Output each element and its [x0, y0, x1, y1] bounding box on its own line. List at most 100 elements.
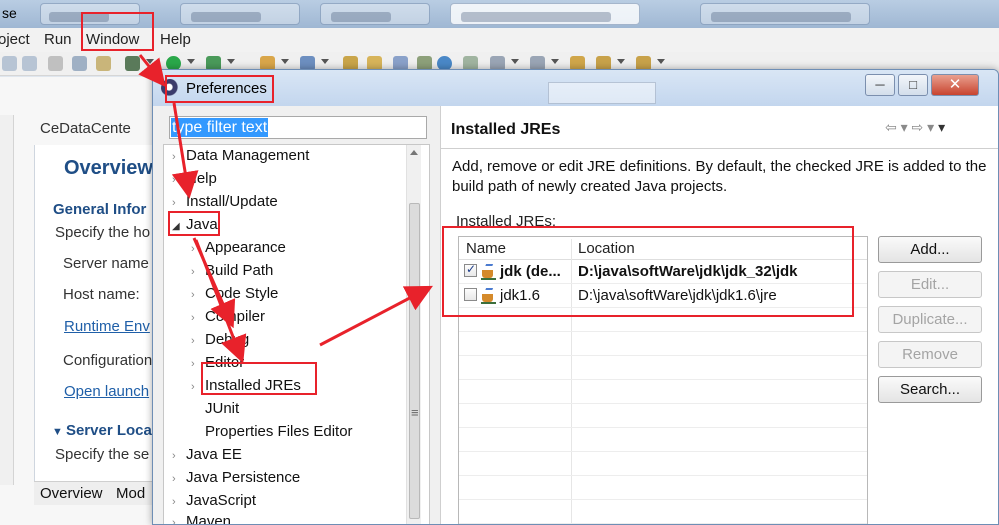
tree-item-debug[interactable]: › Debug: [191, 331, 249, 348]
menu-project[interactable]: oject: [0, 31, 30, 48]
edit-button-label: Edit...: [910, 276, 950, 293]
remove-button[interactable]: Remove: [878, 341, 982, 368]
page-description: Add, remove or edit JRE definitions. By …: [452, 158, 987, 195]
chevron-right-icon[interactable]: ›: [172, 473, 186, 485]
chevron-down-icon[interactable]: [281, 59, 289, 64]
tree-label: Java Persistence: [186, 469, 301, 486]
tree-item-appearance[interactable]: › Appearance: [191, 239, 286, 256]
editor-tab[interactable]: CeDataCente: [40, 120, 131, 137]
server-location-desc: Specify the se: [55, 446, 150, 463]
tree-item-build-path[interactable]: › Build Path: [191, 262, 273, 279]
chevron-right-icon[interactable]: ›: [191, 335, 205, 347]
chevron-right-icon[interactable]: ›: [191, 243, 205, 255]
window-title: se: [2, 5, 17, 21]
editor-bottom-tabs: Overview Mod: [34, 481, 156, 505]
server-location-section[interactable]: ▼ Server Loca: [52, 422, 152, 439]
tree-item-data-management[interactable]: › Data Management: [172, 147, 309, 164]
chevron-down-icon[interactable]: ▾: [927, 119, 934, 135]
background-side-strip: [0, 115, 14, 485]
tree-label: Maven: [186, 513, 232, 525]
tool-icon[interactable]: [96, 56, 111, 71]
taskbar-tab-active[interactable]: [450, 3, 640, 25]
taskbar-tab[interactable]: [180, 3, 300, 25]
tree-scrollbar[interactable]: [406, 145, 421, 524]
tree-label: JavaScript: [186, 492, 257, 509]
tree-label: Code Style: [205, 285, 279, 302]
tree-item-code-style[interactable]: › Code Style: [191, 285, 278, 302]
sash-grip-icon[interactable]: ≡: [411, 405, 419, 420]
page-navigation: ⇦ ▾ ⇨ ▾ ▾: [885, 119, 945, 136]
tree-item-compiler[interactable]: › Compiler: [191, 308, 265, 325]
view-menu-icon[interactable]: ▾: [938, 119, 945, 135]
filter-input[interactable]: type filter text: [169, 116, 427, 139]
general-info-section[interactable]: General Infor: [53, 201, 146, 218]
chevron-down-icon[interactable]: [657, 59, 665, 64]
chevron-right-icon[interactable]: ›: [172, 174, 186, 186]
tree-label: Debug: [205, 331, 250, 348]
tab-modules[interactable]: Mod: [116, 485, 145, 502]
tree-item-properties-files-editor[interactable]: Properties Files Editor: [205, 423, 353, 440]
annotation-box-java: [168, 211, 220, 236]
back-icon[interactable]: [48, 56, 63, 71]
edit-button[interactable]: Edit...: [878, 271, 982, 298]
chevron-down-icon[interactable]: [227, 59, 235, 64]
back-arrow-icon[interactable]: ⇦: [885, 119, 897, 135]
dialog-titlebar[interactable]: Preferences ─ □ ✕: [153, 70, 998, 106]
search-button[interactable]: Search...: [878, 376, 982, 403]
chevron-right-icon[interactable]: ›: [191, 266, 205, 278]
tree-item-javascript[interactable]: › JavaScript: [172, 492, 256, 509]
tree-item-maven[interactable]: › Maven: [172, 513, 232, 525]
undo-icon[interactable]: [2, 56, 17, 71]
empty-row: [459, 500, 867, 524]
chevron-right-icon[interactable]: ›: [172, 197, 186, 209]
maximize-button[interactable]: □: [898, 74, 928, 96]
annotation-box-preferences: [165, 75, 274, 103]
general-info-desc: Specify the ho: [55, 224, 151, 241]
chevron-right-icon[interactable]: ›: [172, 151, 186, 163]
add-button[interactable]: Add...: [878, 236, 982, 263]
tree-label: Java EE: [186, 446, 242, 463]
scroll-up-icon[interactable]: [410, 150, 418, 155]
tree-item-junit[interactable]: JUnit: [205, 400, 239, 417]
open-launch-link[interactable]: Open launch: [64, 383, 149, 400]
preferences-tree: › Data Management › Help › Install/Update ◢…: [163, 144, 430, 525]
chevron-down-icon[interactable]: [146, 59, 154, 64]
chevron-right-icon[interactable]: ›: [191, 312, 205, 324]
tree-item-install-update[interactable]: › Install/Update: [172, 193, 278, 210]
chevron-right-icon[interactable]: ›: [172, 517, 186, 524]
tree-item-java-persistence[interactable]: › Java Persistence: [172, 469, 300, 486]
remove-button-label: Remove: [902, 346, 958, 363]
chevron-right-icon[interactable]: ›: [172, 450, 186, 462]
menu-help[interactable]: Help: [160, 31, 191, 48]
chevron-right-icon[interactable]: ›: [191, 289, 205, 301]
tree-item-help[interactable]: › Help: [172, 170, 217, 187]
empty-row: [459, 404, 867, 428]
forward-arrow-icon[interactable]: ⇨: [912, 119, 924, 135]
tree-label: Data Management: [186, 147, 310, 164]
chevron-down-icon[interactable]: [321, 59, 329, 64]
chevron-down-icon[interactable]: [551, 59, 559, 64]
chevron-down-icon[interactable]: [511, 59, 519, 64]
format-icon[interactable]: [72, 56, 87, 71]
redo-icon[interactable]: [22, 56, 37, 71]
chevron-down-icon[interactable]: [187, 59, 195, 64]
tree-item-java-ee[interactable]: › Java EE: [172, 446, 242, 463]
menu-run[interactable]: Run: [44, 31, 72, 48]
chevron-down-icon[interactable]: [617, 59, 625, 64]
annotation-box-installed-jres: [201, 362, 317, 395]
duplicate-button[interactable]: Duplicate...: [878, 306, 982, 333]
empty-row: [459, 356, 867, 380]
minimize-button[interactable]: ─: [865, 74, 895, 96]
tab-overview[interactable]: Overview: [40, 485, 103, 502]
empty-row: [459, 332, 867, 356]
scrollbar-thumb[interactable]: [409, 203, 420, 519]
taskbar-tab[interactable]: [320, 3, 430, 25]
chevron-right-icon[interactable]: ›: [172, 496, 186, 508]
chevron-down-icon[interactable]: ▾: [901, 119, 908, 135]
close-button[interactable]: ✕: [931, 74, 979, 96]
add-button-label: Add...: [910, 241, 950, 258]
page-title: Installed JREs: [451, 121, 561, 138]
debug-icon[interactable]: [125, 56, 140, 71]
runtime-env-link[interactable]: Runtime Env: [64, 318, 150, 335]
taskbar-tab[interactable]: [700, 3, 870, 25]
